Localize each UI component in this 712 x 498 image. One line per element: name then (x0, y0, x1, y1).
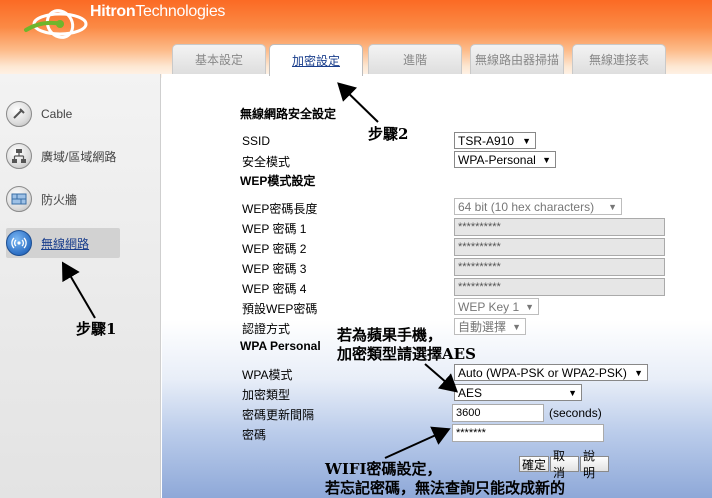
password-label: 密碼 (242, 428, 267, 442)
section-title: 無線網路安全設定 (240, 107, 337, 121)
rekey-interval-label: 密碼更新間隔 (242, 408, 315, 422)
sidebar-item-label: 廣域/區域網路 (41, 149, 117, 164)
network-icon (6, 143, 32, 169)
wep-length-label: WEP密碼長度 (242, 202, 318, 216)
cancel-button[interactable]: 取消 (550, 449, 579, 480)
tab-security-settings[interactable]: 加密設定 (269, 44, 363, 76)
annotation-wifi-line1: WIFI密碼設定， (325, 460, 442, 478)
cable-icon (6, 101, 32, 127)
rekey-interval-input[interactable]: 3600 (452, 404, 544, 422)
wep-key2-label: WEP 密碼 2 (242, 242, 307, 256)
annotation-iphone-line2: 加密類型請選擇AES (337, 345, 476, 363)
sidebar-item-label: 防火牆 (41, 192, 78, 207)
rekey-unit: (seconds) (549, 406, 602, 420)
wep-key1-label: WEP 密碼 1 (242, 222, 307, 236)
tab-advanced[interactable]: 進階 (368, 44, 462, 74)
ssid-label: SSID (242, 134, 271, 148)
security-mode-label: 安全模式 (242, 155, 291, 169)
confirm-button[interactable]: 確定 (519, 456, 549, 472)
brand-name: HitronTechnologies (90, 3, 226, 20)
help-button[interactable]: 說明 (580, 449, 609, 480)
default-key-select[interactable]: WEP Key 1 ▼ (454, 298, 539, 315)
password-input[interactable]: ******* (452, 424, 604, 442)
wep-key1-input[interactable]: ********** (454, 218, 665, 236)
firewall-icon (6, 186, 32, 212)
wpa-mode-label: WPA模式 (242, 368, 293, 382)
wep-key4-input[interactable]: ********** (454, 278, 665, 296)
annotation-wifi-line2: 若忘記密碼，無法查詢只能改成新的 (325, 479, 566, 497)
sidebar-item-wan-lan[interactable]: 廣域/區域網路 (6, 141, 120, 171)
wpa-mode-select[interactable]: Auto (WPA-PSK or WPA2-PSK) ▼ (454, 364, 648, 381)
encryption-type-select[interactable]: AES ▼ (454, 384, 582, 401)
annotation-step2: 步驟2 (368, 125, 409, 143)
annotation-step1: 步驟1 (76, 320, 117, 338)
wep-length-select[interactable]: 64 bit (10 hex characters) ▼ (454, 198, 622, 215)
encryption-type-label: 加密類型 (242, 388, 291, 402)
sidebar: Cable 廣域/區域網路 防火牆 無線網路 (0, 74, 161, 498)
main-panel: 無線網路安全設定 SSID TSR-A910 ▼ 安全模式 WPA-Persona… (162, 74, 712, 498)
sidebar-item-label: 無線網路 (41, 236, 90, 251)
wep-section-title: WEP模式設定 (240, 174, 316, 188)
sidebar-item-label: Cable (41, 107, 73, 121)
wpa-section-title: WPA Personal (240, 339, 321, 353)
auth-select[interactable]: 自動選擇 ▼ (454, 318, 526, 335)
wep-key3-input[interactable]: ********** (454, 258, 665, 276)
annotation-iphone-line1: 若為蘋果手機， (337, 326, 443, 344)
sidebar-item-cable[interactable]: Cable (6, 99, 120, 129)
tab-basic-settings[interactable]: 基本設定 (172, 44, 266, 74)
hitron-logo-icon (24, 9, 88, 39)
auth-label: 認證方式 (242, 322, 291, 336)
tab-client-list[interactable]: 無線連接表 (572, 44, 666, 74)
wep-key3-label: WEP 密碼 3 (242, 262, 307, 276)
sidebar-item-firewall[interactable]: 防火牆 (6, 184, 120, 214)
wep-key4-label: WEP 密碼 4 (242, 282, 307, 296)
ssid-select[interactable]: TSR-A910 ▼ (454, 132, 536, 149)
wep-key2-input[interactable]: ********** (454, 238, 665, 256)
sidebar-item-wireless[interactable]: 無線網路 (6, 228, 120, 258)
wireless-icon (6, 230, 32, 256)
tab-ap-scan[interactable]: 無線路由器掃描 (470, 44, 564, 74)
default-key-label: 預設WEP密碼 (242, 302, 318, 316)
security-mode-select[interactable]: WPA-Personal ▼ (454, 151, 556, 168)
